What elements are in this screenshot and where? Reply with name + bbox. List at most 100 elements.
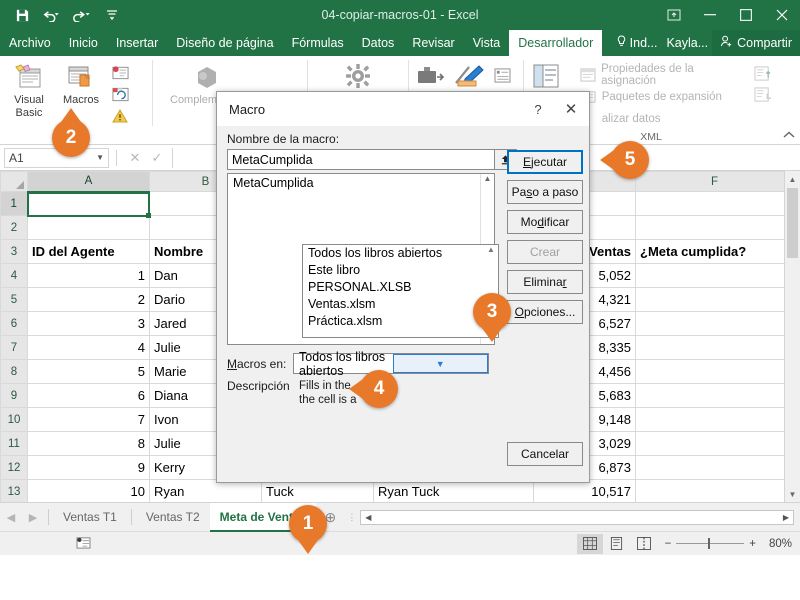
ejecutar-button[interactable]: Ejecutar (507, 150, 583, 174)
minimize-icon[interactable] (692, 0, 728, 30)
row-header-6[interactable]: 6 (0, 311, 28, 336)
next-sheet-icon[interactable]: ▶ (22, 511, 44, 524)
account-name[interactable]: Kayla... (662, 36, 712, 50)
close-icon[interactable] (764, 0, 800, 30)
help-icon[interactable]: ? (523, 102, 553, 117)
scroll-up-icon[interactable]: ▲ (785, 171, 800, 187)
redo-icon[interactable] (68, 3, 96, 27)
row-header-7[interactable]: 7 (0, 335, 28, 360)
row-header-1[interactable]: 1 (0, 191, 29, 216)
close-icon[interactable]: ✕ (553, 100, 589, 118)
dropdown-option-personal-xlsb[interactable]: PERSONAL.XLSB (303, 279, 498, 296)
dropdown-option-este-libro[interactable]: Este libro (303, 262, 498, 279)
macros-in-dropdown[interactable]: Todos los libros abiertos Este libro PER… (302, 244, 499, 338)
cell-F7[interactable] (635, 335, 794, 360)
cell-A7[interactable]: 4 (27, 335, 150, 360)
tab-diseno-pagina[interactable]: Diseño de página (167, 30, 282, 56)
cell-F13[interactable] (635, 479, 794, 502)
modificar-button[interactable]: Modificar (507, 210, 583, 234)
macro-security-button[interactable] (108, 106, 132, 126)
tab-revisar[interactable]: Revisar (403, 30, 463, 56)
row-header-8[interactable]: 8 (0, 359, 28, 384)
scroll-up-icon[interactable]: ▲ (481, 174, 494, 188)
cell-A1[interactable] (27, 191, 150, 216)
cell-A12[interactable]: 9 (27, 455, 150, 480)
zoom-out-button[interactable]: − (665, 538, 672, 550)
tab-desarrollador[interactable]: Desarrollador (509, 30, 603, 56)
zoom-in-button[interactable]: + (749, 538, 756, 550)
fill-handle[interactable] (146, 213, 151, 218)
tab-archivo[interactable]: Archivo (0, 30, 60, 56)
scroll-up-icon[interactable]: ▲ (484, 245, 498, 259)
macros-in-combobox[interactable]: Todos los libros abiertos ▼ (293, 350, 489, 378)
visual-basic-button[interactable]: Visual Basic (4, 59, 54, 120)
tab-datos[interactable]: Datos (353, 30, 404, 56)
row-header-10[interactable]: 10 (0, 407, 28, 432)
row-header-12[interactable]: 12 (0, 455, 28, 480)
cell-A11[interactable]: 8 (27, 431, 150, 456)
use-relative-references-button[interactable] (108, 84, 132, 104)
tab-insertar[interactable]: Insertar (107, 30, 167, 56)
tab-formulas[interactable]: Fórmulas (283, 30, 353, 56)
vertical-scroll-thumb[interactable] (787, 188, 798, 258)
cell-A8[interactable]: 5 (27, 359, 150, 384)
share-button[interactable]: Compartir (712, 30, 800, 56)
insertar-control-button[interactable] (328, 59, 388, 94)
cancel-entry-icon[interactable]: ✕ (124, 150, 146, 166)
eliminar-button[interactable]: Eliminar (507, 270, 583, 294)
cell-F10[interactable] (635, 407, 794, 432)
list-item[interactable]: MetaCumplida (228, 174, 494, 193)
tab-inicio[interactable]: Inicio (60, 30, 107, 56)
prev-sheet-icon[interactable]: ◀ (0, 511, 22, 524)
chevron-down-icon[interactable]: ▼ (96, 153, 104, 162)
record-macro-icon[interactable] (72, 536, 94, 552)
chevron-down-icon[interactable]: ▼ (392, 354, 488, 373)
macro-name-input[interactable]: MetaCumplida (227, 149, 495, 170)
tab-split-handle[interactable]: ⋮ (344, 512, 360, 523)
cell-F11[interactable] (635, 431, 794, 456)
actualizar-datos-item[interactable]: alizar datos (577, 109, 750, 129)
zoom-slider[interactable]: − + (657, 538, 764, 550)
col-header-F[interactable]: F (635, 171, 794, 192)
macros-button[interactable]: Macros (56, 59, 106, 107)
propiedades-control-icon[interactable] (493, 66, 511, 84)
tell-me-box[interactable]: Ind... (611, 35, 663, 51)
scroll-left-icon[interactable]: ◀ (361, 513, 375, 522)
zoom-level-label[interactable]: 80% (764, 538, 800, 550)
save-icon[interactable] (8, 3, 36, 27)
cell-A2[interactable] (27, 215, 150, 240)
cell-F12[interactable] (635, 455, 794, 480)
ribbon-display-options-icon[interactable] (656, 0, 692, 30)
cell-F5[interactable] (635, 287, 794, 312)
cell-A4[interactable]: 1 (27, 263, 150, 288)
cell-A10[interactable]: 7 (27, 407, 150, 432)
page-break-view-button[interactable] (631, 534, 657, 554)
cell-A6[interactable]: 3 (27, 311, 150, 336)
cell-F9[interactable] (635, 383, 794, 408)
opciones-button[interactable]: Opciones... (507, 300, 583, 324)
cell-F1[interactable] (635, 191, 794, 216)
row-header-3[interactable]: 3 (0, 239, 28, 264)
scroll-right-icon[interactable]: ▶ (779, 513, 793, 522)
scroll-down-icon[interactable]: ▼ (785, 486, 800, 502)
importar-xml-icon[interactable] (754, 65, 772, 83)
normal-view-button[interactable] (576, 533, 603, 554)
cell-F2[interactable] (635, 215, 794, 240)
dropdown-option-practica-xlsm[interactable]: Práctica.xlsm (303, 313, 498, 330)
exportar-xml-icon[interactable] (754, 86, 772, 104)
cell-A13[interactable]: 10 (27, 479, 150, 502)
customize-qat-icon[interactable] (98, 3, 126, 27)
undo-icon[interactable] (38, 3, 66, 27)
confirm-entry-icon[interactable]: ✓ (146, 150, 168, 166)
cell-F4[interactable] (635, 263, 794, 288)
cell-F3[interactable]: ¿Meta cumplida? (635, 239, 794, 264)
horizontal-scrollbar[interactable]: ◀ ▶ (360, 509, 794, 525)
row-header-4[interactable]: 4 (0, 263, 28, 288)
sheet-tab-ventas-t2[interactable]: Ventas T2 (136, 503, 210, 532)
row-header-13[interactable]: 13 (0, 479, 28, 502)
propiedades-asignacion-item[interactable]: Propiedades de la asignación (577, 63, 750, 87)
row-header-9[interactable]: 9 (0, 383, 28, 408)
row-header-2[interactable]: 2 (0, 215, 28, 240)
sheet-tab-ventas-t1[interactable]: Ventas T1 (53, 503, 127, 532)
cell-F6[interactable] (635, 311, 794, 336)
